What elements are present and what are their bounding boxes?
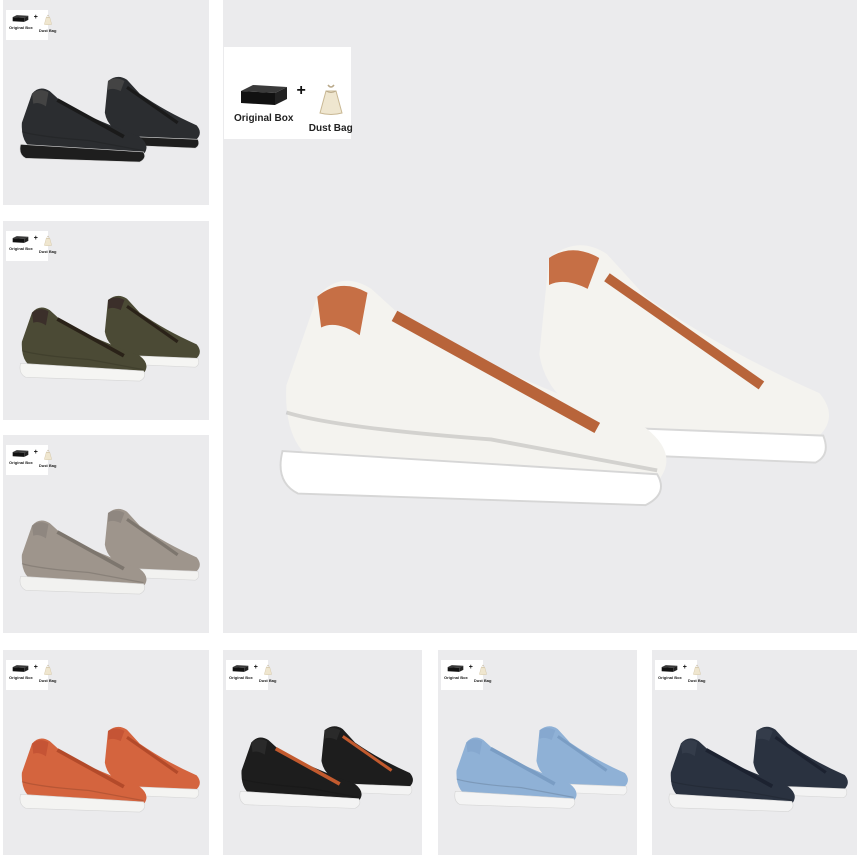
plus-sign: + (253, 664, 258, 671)
plus-sign: + (33, 449, 38, 456)
box-label: Original Box (9, 675, 33, 680)
packaging-badge: Original Box + Dust Bag (441, 660, 491, 690)
box-label: Original Box (234, 113, 294, 124)
bag-label: Dust Bag (258, 678, 277, 683)
box-icon (13, 15, 29, 22)
plus-sign: + (296, 82, 306, 99)
original-box: Original Box (9, 664, 33, 680)
dust-bag: Dust Bag (38, 235, 57, 254)
variant-tile-navy-leather[interactable]: Original Box + Dust Bag (652, 650, 857, 855)
plus-sign: + (682, 664, 687, 671)
box-icon (13, 236, 29, 243)
bag-label: Dust Bag (38, 28, 57, 33)
dust-bag-icon (263, 664, 272, 675)
sneaker-pair-image (19, 295, 200, 382)
sneaker-pair-image (454, 726, 628, 809)
bag-label: Dust Bag (38, 678, 57, 683)
dust-bag: Dust Bag (38, 664, 57, 683)
dust-bag-icon (43, 664, 52, 675)
box-icon (662, 665, 678, 672)
original-box: Original Box (9, 235, 33, 251)
packaging-badge: Original Box + Dust Bag (224, 47, 353, 139)
packaging-badge: Original Box + Dust Bag (6, 660, 56, 690)
box-label: Original Box (9, 246, 33, 251)
bag-label: Dust Bag (473, 678, 492, 683)
dust-bag-icon (692, 664, 701, 675)
dust-bag-icon (478, 664, 487, 675)
variant-tile-grey-suede[interactable]: Original Box + Dust Bag (3, 435, 209, 633)
sneaker-pair-image (279, 245, 830, 507)
variant-tile-black-suede[interactable]: Original Box + Dust Bag (223, 650, 422, 855)
original-box: Original Box (444, 664, 468, 680)
original-box: Original Box (234, 83, 293, 124)
dust-bag-icon (43, 14, 52, 25)
sneaker-pair-image (239, 726, 413, 809)
dust-bag: Dust Bag (473, 664, 492, 683)
plus-sign: + (33, 235, 38, 242)
bag-label: Dust Bag (308, 123, 353, 134)
bag-label: Dust Bag (687, 678, 706, 683)
variant-tile-black-leather[interactable]: Original Box + Dust Bag (3, 0, 209, 205)
box-icon (233, 665, 249, 672)
dust-bag-icon (43, 449, 52, 460)
box-icon (240, 85, 287, 105)
sneaker-pair-image (19, 726, 200, 813)
variant-tile-orange-suede[interactable]: Original Box + Dust Bag (3, 650, 209, 855)
dust-bag: Dust Bag (309, 83, 353, 134)
packaging-badge: Original Box + Dust Bag (6, 10, 56, 40)
box-icon (13, 450, 29, 457)
box-label: Original Box (229, 675, 253, 680)
bag-label: Dust Bag (38, 249, 57, 254)
variant-tile-olive-suede[interactable]: Original Box + Dust Bag (3, 221, 209, 420)
original-box: Original Box (9, 14, 33, 30)
original-box: Original Box (229, 664, 253, 680)
plus-sign: + (33, 14, 38, 21)
dust-bag: Dust Bag (38, 449, 57, 468)
bag-label: Dust Bag (38, 463, 57, 468)
packaging-badge: Original Box + Dust Bag (226, 660, 276, 690)
dust-bag: Dust Bag (258, 664, 277, 683)
sneaker-pair-image (668, 726, 848, 812)
original-box: Original Box (9, 449, 33, 465)
featured-product-image: Original Box + Dust Bag (223, 0, 857, 633)
box-icon (448, 665, 464, 672)
variant-tile-light-blue-suede[interactable]: Original Box + Dust Bag (438, 650, 637, 855)
plus-sign: + (468, 664, 473, 671)
dust-bag-icon (319, 84, 343, 115)
dust-bag: Dust Bag (38, 14, 57, 33)
original-box: Original Box (658, 664, 682, 680)
dust-bag: Dust Bag (687, 664, 706, 683)
sneaker-pair-image (19, 76, 200, 163)
box-icon (13, 665, 29, 672)
packaging-badge: Original Box + Dust Bag (6, 445, 56, 475)
box-label: Original Box (9, 460, 33, 465)
box-label: Original Box (658, 675, 682, 680)
box-label: Original Box (9, 25, 33, 30)
dust-bag-icon (43, 235, 52, 246)
box-label: Original Box (444, 675, 468, 680)
packaging-badge: Original Box + Dust Bag (6, 231, 56, 261)
sneaker-pair-image (19, 508, 200, 595)
plus-sign: + (33, 664, 38, 671)
packaging-badge: Original Box + Dust Bag (655, 660, 705, 690)
